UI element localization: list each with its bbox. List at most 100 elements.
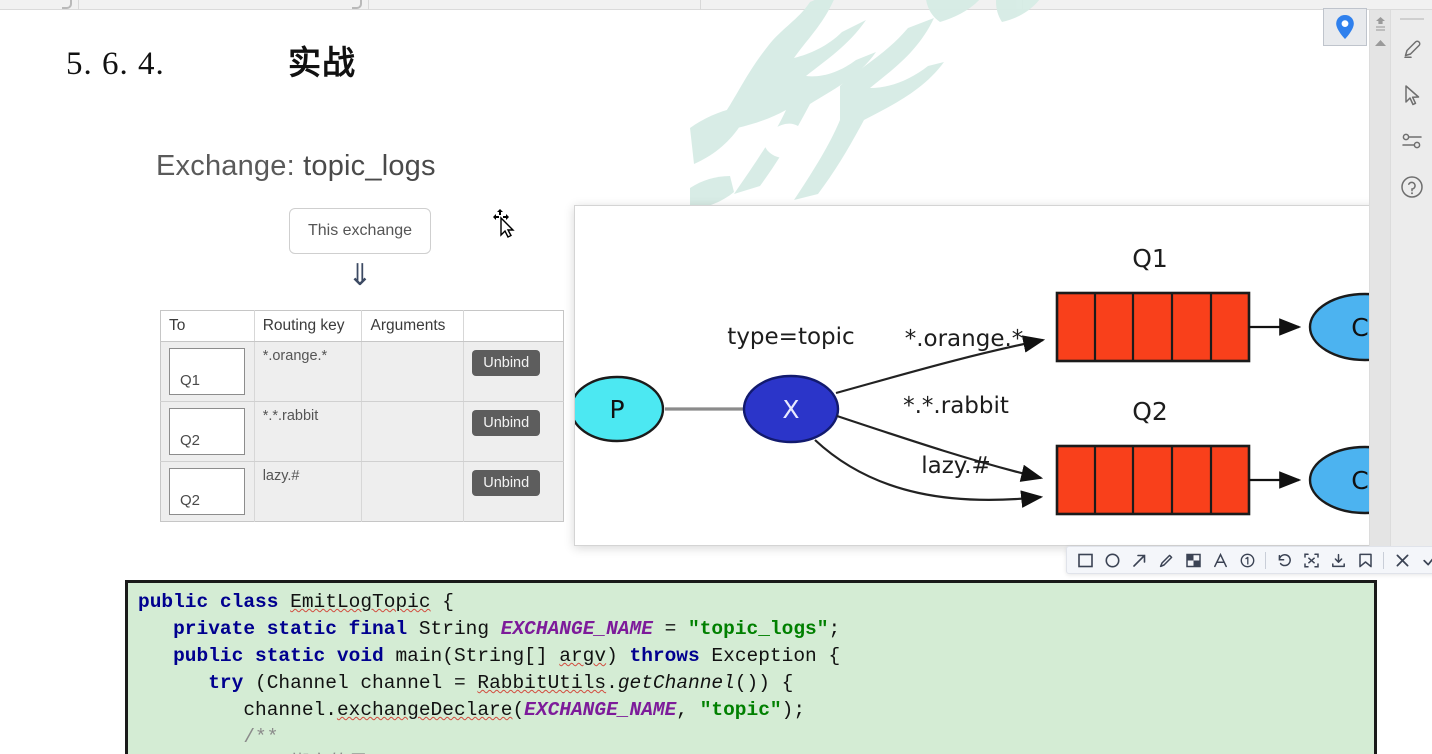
exchange-type-label: type=topic bbox=[727, 324, 854, 350]
browser-tabstrip bbox=[0, 0, 1432, 10]
tab-divider-1 bbox=[78, 0, 79, 10]
code-token: String bbox=[418, 618, 501, 640]
queue-link[interactable]: Q2 bbox=[169, 468, 245, 515]
cell-arguments bbox=[361, 401, 465, 462]
arrow-tool-icon[interactable] bbox=[1126, 548, 1152, 572]
text-tool-icon[interactable] bbox=[1207, 548, 1233, 572]
highlighter-icon[interactable] bbox=[1391, 26, 1432, 72]
code-line: private static final String EXCHANGE_NAM… bbox=[138, 616, 1374, 643]
cell-to: Q2 bbox=[160, 461, 255, 522]
code-token: public static void bbox=[138, 645, 396, 667]
screenshot-overlay-panel[interactable]: P X type=topic *.orange.* *.*.rabbit laz… bbox=[574, 205, 1432, 546]
exchange-label: X bbox=[782, 395, 799, 424]
confirm-tool-icon[interactable] bbox=[1416, 548, 1432, 572]
page-title: 5. 6. 4. 实战 bbox=[66, 36, 356, 84]
code-token: "topic" bbox=[699, 699, 782, 721]
right-toolbar-rail bbox=[1390, 10, 1432, 546]
toolbar-separator-1 bbox=[1265, 551, 1266, 569]
code-token: private static final bbox=[138, 618, 419, 640]
exchange-heading: Exchange: topic_logs bbox=[156, 150, 436, 183]
queue-name: Q1 bbox=[180, 372, 201, 389]
code-token: ; bbox=[828, 618, 841, 640]
page-title-text: 实战 bbox=[288, 43, 356, 82]
this-exchange-label: This exchange bbox=[307, 222, 413, 239]
column-header-arguments: Arguments bbox=[361, 310, 465, 342]
pen-tool-icon[interactable] bbox=[1153, 548, 1179, 572]
code-token: ) bbox=[606, 645, 630, 667]
code-token: { bbox=[430, 591, 454, 613]
exchange-heading-label: Exchange: bbox=[156, 150, 295, 182]
overlay-content: P X type=topic *.orange.* *.*.rabbit laz… bbox=[575, 206, 1431, 545]
help-icon[interactable] bbox=[1391, 164, 1432, 210]
queue-name: Q2 bbox=[180, 492, 201, 509]
code-token: , bbox=[676, 699, 700, 721]
binding-key-label-2: *.*.rabbit bbox=[903, 393, 1009, 419]
code-token: (Channel channel = bbox=[255, 672, 478, 694]
code-line: /** bbox=[138, 724, 1374, 751]
code-token: try bbox=[138, 672, 256, 694]
mosaic-tool-icon[interactable] bbox=[1180, 548, 1206, 572]
code-token: channel. bbox=[138, 699, 337, 721]
code-token: throws bbox=[629, 645, 712, 667]
location-pin-button[interactable] bbox=[1323, 8, 1367, 46]
code-token: getChannel bbox=[617, 672, 735, 694]
column-header-routing: Routing key bbox=[254, 310, 363, 342]
page-scroll-gutter[interactable] bbox=[1369, 10, 1390, 546]
code-token: RabbitUtils bbox=[477, 672, 607, 694]
cell-routing-key: *.orange.* bbox=[254, 341, 363, 402]
download-tool-icon[interactable] bbox=[1325, 548, 1351, 572]
rail-divider bbox=[1399, 18, 1424, 20]
app-root: 5. 6. 4. 实战 Exchange: topic_logs This ex… bbox=[0, 0, 1432, 754]
location-pin-icon bbox=[1336, 15, 1354, 39]
number-tool-icon[interactable] bbox=[1234, 548, 1260, 572]
queue-node-1 bbox=[1055, 291, 1251, 363]
code-token: EXCHANGE_NAME bbox=[500, 618, 653, 640]
scroll-up-arrow-icon[interactable] bbox=[1374, 38, 1387, 48]
code-line: public class EmitLogTopic { bbox=[138, 589, 1374, 616]
table-row: Q2 *.*.rabbit Unbind bbox=[160, 401, 564, 462]
column-header-actions bbox=[463, 310, 564, 342]
cell-arguments bbox=[361, 341, 465, 402]
pin-save-tool-icon[interactable] bbox=[1352, 548, 1378, 572]
annotation-toolbar[interactable] bbox=[1066, 546, 1432, 574]
column-header-to: To bbox=[160, 310, 255, 342]
queue-link[interactable]: Q1 bbox=[169, 348, 245, 395]
tab-divider-2 bbox=[368, 0, 369, 10]
code-token: class bbox=[219, 591, 291, 613]
scroll-top-icon[interactable] bbox=[1374, 16, 1387, 32]
tab-corner-left bbox=[62, 0, 72, 9]
code-token: ( bbox=[512, 699, 525, 721]
code-token: EXCHANGE_NAME bbox=[524, 699, 677, 721]
this-exchange-button[interactable]: This exchange bbox=[289, 208, 431, 254]
code-token: /** bbox=[138, 726, 279, 748]
queue-name: Q2 bbox=[180, 432, 201, 449]
cell-routing-key: *.*.rabbit bbox=[254, 401, 363, 462]
code-line: public static void main(String[] argv) t… bbox=[138, 643, 1374, 670]
cell-arguments bbox=[361, 461, 465, 522]
cell-routing-key: lazy.# bbox=[254, 461, 363, 522]
ellipse-tool-icon[interactable] bbox=[1099, 548, 1125, 572]
down-arrow-icon: ⇓ bbox=[347, 258, 373, 293]
code-token: Exception { bbox=[711, 645, 841, 667]
unbind-button[interactable]: Unbind bbox=[472, 350, 541, 376]
ocr-tool-icon[interactable] bbox=[1298, 548, 1324, 572]
undo-tool-icon[interactable] bbox=[1271, 548, 1297, 572]
code-token: EmitLogTopic bbox=[290, 591, 431, 613]
code-token: main(String[] bbox=[395, 645, 560, 667]
cell-to: Q1 bbox=[160, 341, 255, 402]
queue-link[interactable]: Q2 bbox=[169, 408, 245, 455]
code-block[interactable]: public class EmitLogTopic { private stat… bbox=[125, 580, 1377, 754]
code-token: = bbox=[652, 618, 689, 640]
rectangle-tool-icon[interactable] bbox=[1072, 548, 1098, 572]
queue-label-1: Q1 bbox=[1132, 244, 1168, 273]
exchange-name: topic_logs bbox=[303, 150, 436, 182]
queue-node-2 bbox=[1055, 444, 1251, 516]
close-tool-icon[interactable] bbox=[1389, 548, 1415, 572]
unbind-button[interactable]: Unbind bbox=[472, 470, 541, 496]
settings-sliders-icon[interactable] bbox=[1391, 118, 1432, 164]
bindings-table: To Routing key Arguments Q1 *.orange.* U… bbox=[160, 310, 564, 522]
unbind-button[interactable]: Unbind bbox=[472, 410, 541, 436]
code-token: exchangeDeclare bbox=[336, 699, 513, 721]
cursor-icon[interactable] bbox=[1391, 72, 1432, 118]
topic-exchange-diagram: P X type=topic *.orange.* *.*.rabbit laz… bbox=[575, 244, 1422, 516]
